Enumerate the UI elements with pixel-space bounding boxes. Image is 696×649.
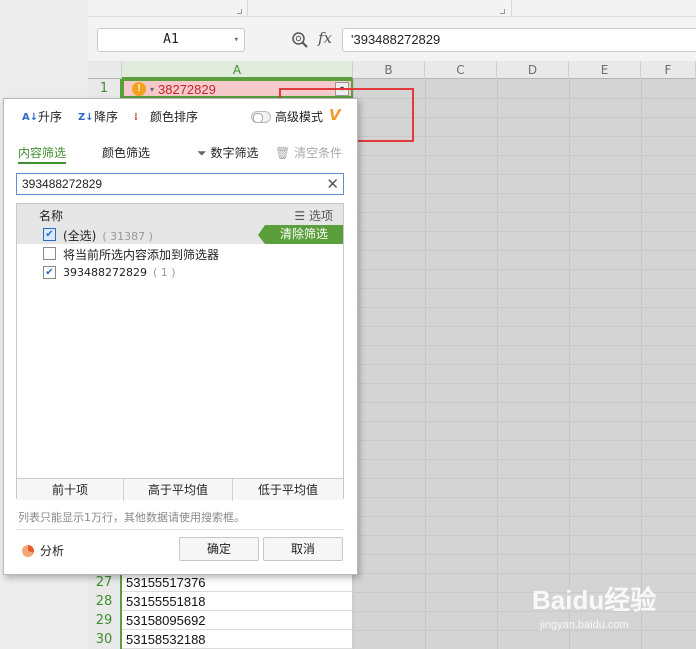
analysis-button[interactable]: 分析 <box>22 542 64 559</box>
list-limit-note: 列表只能显示1万行，其他数据请使用搜索框。 <box>18 511 245 524</box>
close-icon[interactable]: ✕ <box>326 175 339 193</box>
cancel-button[interactable]: 取消 <box>263 537 343 561</box>
list-header-name: 名称 <box>39 209 64 223</box>
sort-descending-icon: Z↓ <box>78 111 94 123</box>
column-header-c[interactable]: C <box>425 61 497 79</box>
list-item-count: ( 1 ) <box>152 266 176 279</box>
color-sort-icon: ⁞ <box>134 111 138 123</box>
advanced-mode-toggle[interactable] <box>251 111 271 123</box>
tab-content-filter[interactable]: 内容筛选 <box>18 144 67 164</box>
formula-bar: A1 ▾ fx '393488272829 <box>88 17 696 61</box>
row-header[interactable]: 1 <box>88 79 122 98</box>
row-header[interactable]: 30 <box>88 630 122 649</box>
column-header-d[interactable]: D <box>497 61 569 79</box>
list-item-label: 将当前所选内容添加到筛选器 <box>63 248 220 262</box>
above-average-button[interactable]: 高于平均值 <box>124 479 233 501</box>
ok-button[interactable]: 确定 <box>179 537 259 561</box>
watermark-logo: Baidu经验 <box>532 585 657 615</box>
below-average-button[interactable]: 低于平均值 <box>233 479 343 501</box>
row-header[interactable]: 29 <box>88 611 122 630</box>
list-header: 名称 ☰ 选项 <box>17 204 343 225</box>
funnel-icon: ⏷ <box>197 146 207 160</box>
list-item-label: (全选) <box>63 229 97 243</box>
name-box-value: A1 <box>163 32 179 47</box>
watermark-url: jingyan.baidu.com <box>540 619 629 631</box>
fx-icon[interactable]: fx <box>318 29 332 47</box>
cell-a30[interactable]: 53158532188 <box>122 630 353 649</box>
sort-ascending-label: 升序 <box>38 110 63 124</box>
sort-descending-button[interactable]: Z↓降序 <box>78 108 118 126</box>
column-header-a[interactable]: A <box>122 61 353 79</box>
sort-ascending-button[interactable]: A↓升序 <box>22 108 62 126</box>
top-toolbar-strip <box>88 0 696 17</box>
options-button[interactable]: ☰ 选项 <box>294 207 333 224</box>
checkbox-checked-icon[interactable]: ✔ <box>43 266 56 279</box>
sort-descending-label: 降序 <box>94 110 119 124</box>
filter-popup: A↓升序 Z↓降序 ⁞ 颜色排序 高级模式 V 内容筛选 颜色筛选 ⏷ 数字筛选 … <box>3 98 358 575</box>
list-item-label: 393488272829 <box>63 266 147 279</box>
column-header-e[interactable]: E <box>569 61 641 79</box>
analysis-label: 分析 <box>40 544 65 558</box>
trash-icon: 🗑 <box>275 146 291 160</box>
sort-by-color-button[interactable]: ⁞ 颜色排序 <box>134 108 198 126</box>
filter-search-input[interactable]: 393488272829 ✕ <box>16 173 344 195</box>
row-header[interactable]: 27 <box>88 573 122 592</box>
checkbox-checked-icon[interactable]: ✔ <box>43 228 56 241</box>
sort-toolbar: A↓升序 Z↓降序 ⁞ 颜色排序 高级模式 V <box>4 99 357 134</box>
quick-filter-bar: 前十项 高于平均值 低于平均值 <box>17 478 343 501</box>
zoom-icon[interactable] <box>291 31 309 49</box>
vip-icon: V <box>329 106 341 124</box>
clear-filter-button[interactable]: 清除筛选 <box>258 225 343 244</box>
tab-color-filter[interactable]: 颜色筛选 <box>102 144 150 164</box>
list-item-value[interactable]: ✔ 393488272829 ( 1 ) <box>17 263 343 282</box>
clear-conditions-button[interactable]: 🗑 清空条件 <box>275 144 342 161</box>
formula-input[interactable]: '393488272829 <box>342 28 696 52</box>
row-header[interactable]: 28 <box>88 592 122 611</box>
cell-a27[interactable]: 53155517376 <box>122 573 353 592</box>
corner-select-all[interactable] <box>88 61 122 79</box>
pie-chart-icon <box>22 545 34 557</box>
filter-search-value: 393488272829 <box>22 177 103 191</box>
name-box[interactable]: A1 ▾ <box>97 28 245 52</box>
column-header-f[interactable]: F <box>641 61 696 79</box>
column-headers: A B C D E F <box>88 61 696 79</box>
divider <box>16 529 344 530</box>
checkbox-unchecked-icon[interactable] <box>43 247 56 260</box>
list-item-add-to-filter[interactable]: 将当前所选内容添加到筛选器 <box>17 244 343 263</box>
sort-by-color-label: 颜色排序 <box>150 110 199 124</box>
chevron-down-icon[interactable]: ▾ <box>150 82 154 97</box>
warning-icon[interactable]: ! <box>132 82 146 96</box>
column-header-b[interactable]: B <box>353 61 425 79</box>
cell-a1-value: 38272829 <box>158 82 216 97</box>
sort-ascending-icon: A↓ <box>22 111 39 123</box>
filter-value-list: 名称 ☰ 选项 ✔ (全选) ( 31387 ) 清除筛选 将当前所选内容添加到筛… <box>16 203 344 501</box>
top-ten-button[interactable]: 前十项 <box>17 479 124 501</box>
cell-a28[interactable]: 53155551818 <box>122 592 353 611</box>
list-item-count: ( 31387 ) <box>102 230 153 243</box>
number-filter-label: 数字筛选 <box>210 146 259 160</box>
chevron-down-icon[interactable]: ▾ <box>234 29 239 51</box>
number-filter-button[interactable]: ⏷ 数字筛选 <box>197 144 258 161</box>
advanced-mode-label: 高级模式 <box>275 110 324 124</box>
cell-a29[interactable]: 53158095692 <box>122 611 353 630</box>
options-label: 选项 <box>308 209 333 223</box>
list-item-select-all[interactable]: ✔ (全选) ( 31387 ) 清除筛选 <box>17 225 343 244</box>
clear-conditions-label: 清空条件 <box>294 146 343 160</box>
options-icon: ☰ <box>294 209 309 223</box>
